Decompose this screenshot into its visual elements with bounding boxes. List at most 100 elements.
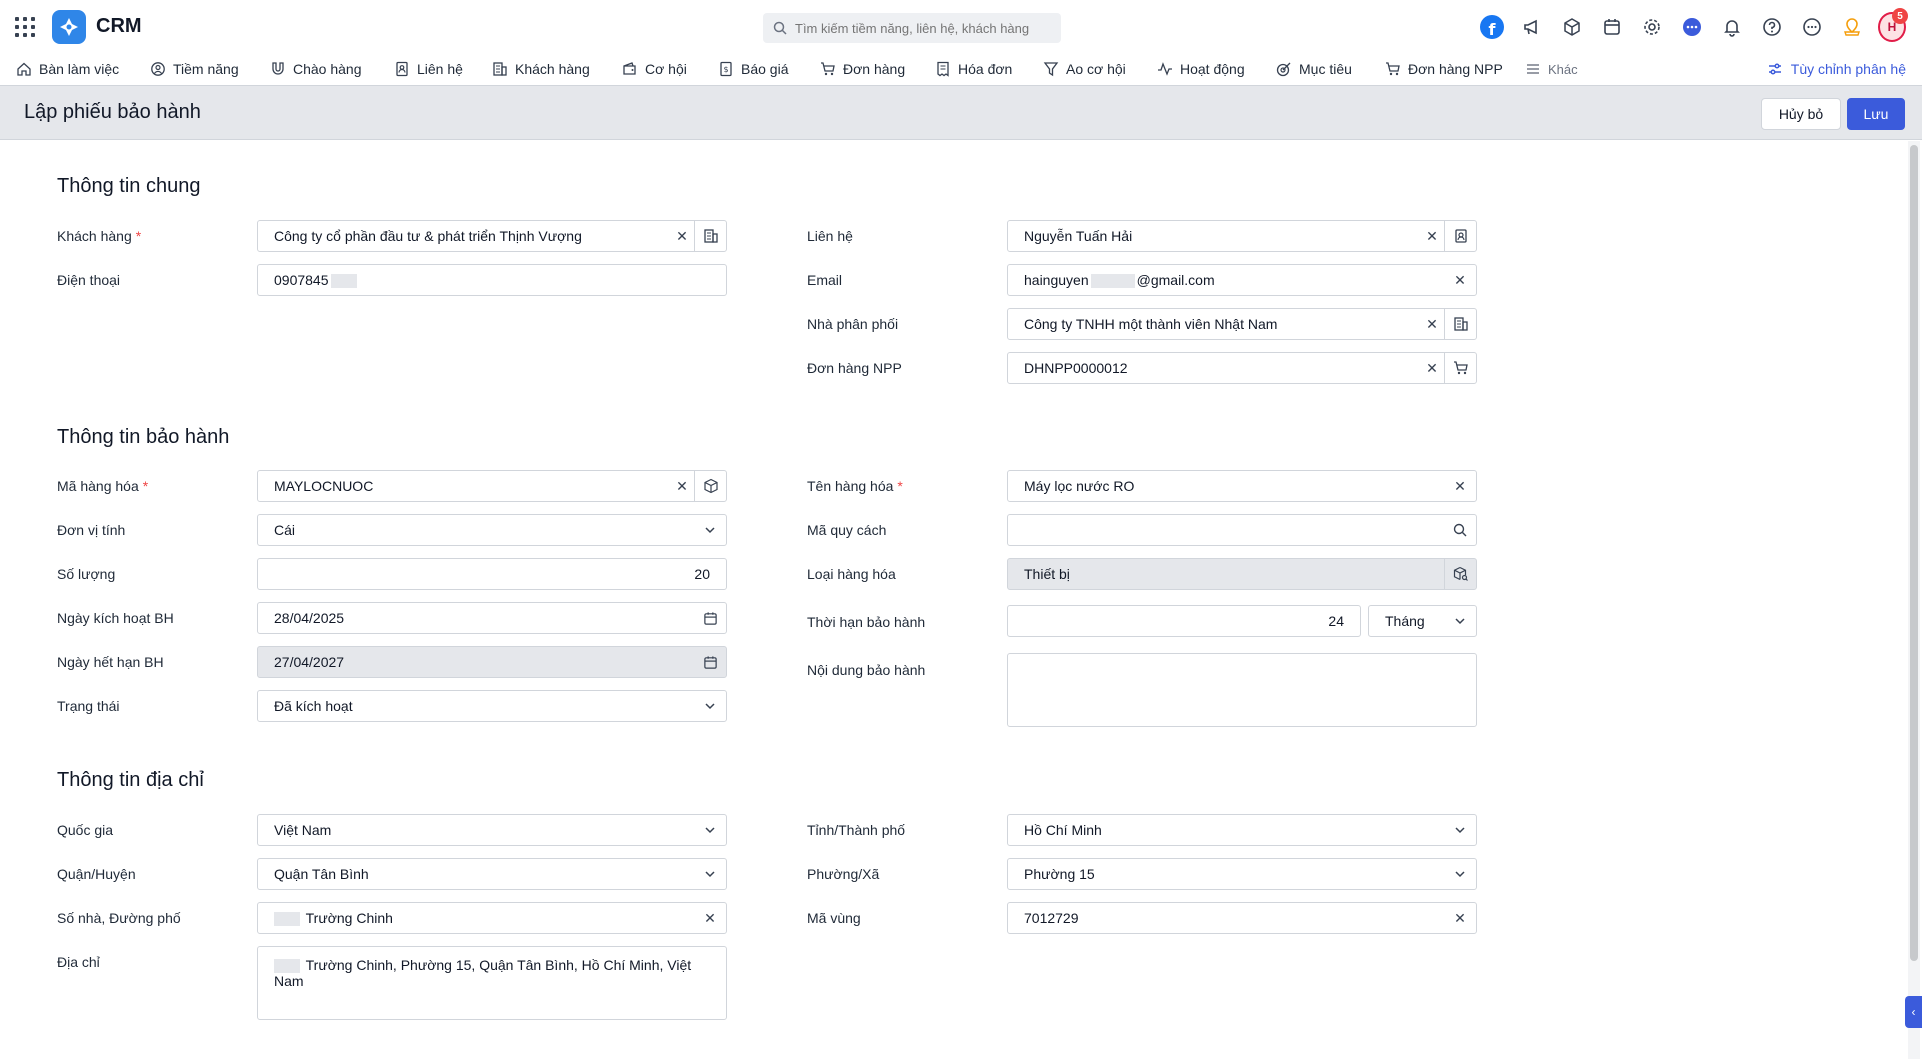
side-panel-toggle[interactable]: ‹ — [1905, 996, 1922, 1028]
warranty-content-textarea[interactable] — [1007, 653, 1477, 727]
full-address-textarea[interactable]: Trường Chinh, Phường 15, Quận Tân Bình, … — [257, 946, 727, 1020]
clear-icon[interactable]: ✕ — [1420, 360, 1444, 377]
nav-item-2[interactable]: Tiềm năng — [150, 55, 239, 83]
district-label: Quận/Huyện — [57, 866, 136, 882]
app-logo[interactable] — [52, 10, 86, 44]
province-label: Tỉnh/Thành phố — [807, 822, 906, 838]
spec-code-label: Mã quy cách — [807, 522, 887, 538]
building-icon[interactable] — [694, 221, 726, 251]
help-icon[interactable] — [1758, 13, 1786, 41]
building-icon[interactable] — [1444, 309, 1476, 339]
email-field[interactable]: hainguyen @gmail.com ✕ — [1007, 264, 1477, 296]
cart-icon[interactable] — [1444, 353, 1476, 383]
calendar-icon[interactable] — [694, 611, 726, 626]
warranty-period-unit-select[interactable]: Tháng — [1368, 605, 1477, 637]
warranty-period-field[interactable]: 24 — [1007, 605, 1361, 637]
contact-field[interactable]: Nguyễn Tuấn Hải ✕ — [1007, 220, 1477, 252]
quote-icon: $ — [720, 61, 732, 77]
nav-item-4[interactable]: Liên hệ — [394, 55, 463, 83]
user-circle-icon — [151, 62, 165, 76]
notification-badge: 5 — [1892, 8, 1908, 24]
country-select[interactable]: Việt Nam — [257, 814, 727, 846]
calendar-icon[interactable] — [1598, 13, 1626, 41]
chevron-down-icon[interactable] — [694, 700, 726, 712]
nav-item-8[interactable]: Đơn hàng — [820, 55, 905, 83]
clear-icon[interactable]: ✕ — [1444, 272, 1476, 289]
nav-item-7[interactable]: $ Báo giá — [718, 55, 788, 83]
bell-icon[interactable] — [1718, 13, 1746, 41]
vertical-scrollbar[interactable] — [1908, 141, 1920, 1059]
status-select[interactable]: Đã kích hoạt — [257, 690, 727, 722]
chevron-down-icon[interactable] — [694, 524, 726, 536]
product-type-label: Loại hàng hóa — [807, 566, 896, 582]
nav-item-1[interactable]: Bàn làm việc — [16, 55, 119, 83]
nav-item-label: Khác — [1548, 61, 1578, 77]
app-grid-icon[interactable] — [14, 16, 36, 38]
redacted-mask — [1090, 274, 1135, 289]
menu-icon — [1527, 64, 1539, 74]
unit-select[interactable]: Cái — [257, 514, 727, 546]
invoice-icon — [937, 61, 949, 77]
nav-item-14[interactable]: Khác — [1525, 55, 1578, 83]
nav-item-9[interactable]: Hóa đơn — [935, 55, 1012, 83]
chevron-down-icon[interactable] — [1444, 868, 1476, 880]
settings-gear-icon[interactable] — [1638, 13, 1666, 41]
customer-field[interactable]: Công ty cổ phần đầu tư & phát triển Thịn… — [257, 220, 727, 252]
npp-order-field[interactable]: DHNPP0000012 ✕ — [1007, 352, 1477, 384]
cancel-button[interactable]: Hủy bỏ — [1761, 98, 1841, 130]
megaphone-icon[interactable] — [1518, 13, 1546, 41]
street-field[interactable]: Trường Chinh ✕ — [257, 902, 727, 934]
chevron-down-icon[interactable] — [694, 868, 726, 880]
clear-icon[interactable]: ✕ — [670, 228, 694, 245]
clear-icon[interactable]: ✕ — [1444, 910, 1476, 927]
location-pin-icon[interactable] — [1838, 13, 1866, 41]
chevron-down-icon[interactable] — [694, 824, 726, 836]
clear-icon[interactable]: ✕ — [1444, 478, 1476, 495]
nav-item-10[interactable]: Ao cơ hội — [1043, 55, 1126, 83]
nav-item-11[interactable]: Hoạt động — [1157, 55, 1245, 83]
quantity-field[interactable]: 20 — [257, 558, 727, 590]
contact-card-icon[interactable] — [1444, 221, 1476, 251]
unit-label: Đơn vị tính — [57, 522, 126, 538]
phone-field[interactable]: 0907845 — [257, 264, 727, 296]
user-avatar[interactable]: H5 — [1878, 8, 1908, 42]
province-select[interactable]: Hồ Chí Minh — [1007, 814, 1477, 846]
nav-item-5[interactable]: Khách hàng — [492, 55, 590, 83]
product-code-label: Mã hàng hóa * — [57, 478, 149, 494]
nav-item-6[interactable]: Cơ hội — [622, 55, 687, 83]
box-icon[interactable] — [1558, 13, 1586, 41]
distributor-field[interactable]: Công ty TNHH một thành viên Nhật Nam ✕ — [1007, 308, 1477, 340]
product-code-field[interactable]: MAYLOCNUOC ✕ — [257, 470, 727, 502]
nav-item-label: Đơn hàng — [843, 61, 906, 77]
redacted-mask — [274, 912, 300, 927]
clear-icon[interactable]: ✕ — [1420, 316, 1444, 333]
customize-modules-link[interactable]: Tùy chỉnh phân hệ — [1767, 54, 1906, 84]
ward-select[interactable]: Phường 15 — [1007, 858, 1477, 890]
nav-item-3[interactable]: Chào hàng — [270, 55, 362, 83]
chat-icon[interactable] — [1678, 13, 1706, 41]
activation-date-field[interactable]: 28/04/2025 — [257, 602, 727, 634]
box-icon[interactable] — [694, 471, 726, 501]
scrollbar-thumb[interactable] — [1910, 145, 1918, 961]
search-icon[interactable] — [1444, 523, 1476, 537]
nav-item-label: Liên hệ — [417, 61, 463, 77]
spec-code-field[interactable] — [1007, 514, 1477, 546]
more-icon[interactable] — [1798, 13, 1826, 41]
area-code-field[interactable]: 7012729 ✕ — [1007, 902, 1477, 934]
chevron-down-icon[interactable] — [1444, 824, 1476, 836]
sliders-icon — [1768, 63, 1781, 75]
facebook-icon[interactable]: f — [1478, 13, 1506, 41]
nav-item-label: Mục tiêu — [1299, 61, 1352, 77]
phone-label: Điện thoại — [57, 272, 121, 288]
search-input[interactable] — [795, 20, 1045, 36]
clear-icon[interactable]: ✕ — [670, 478, 694, 495]
clear-icon[interactable]: ✕ — [694, 910, 726, 927]
district-select[interactable]: Quận Tân Bình — [257, 858, 727, 890]
chevron-down-icon[interactable] — [1444, 615, 1476, 627]
product-name-field[interactable]: Máy lọc nước RO ✕ — [1007, 470, 1477, 502]
nav-item-13[interactable]: Đơn hàng NPP — [1385, 55, 1503, 83]
global-search[interactable] — [763, 13, 1061, 43]
nav-item-12[interactable]: Mục tiêu — [1276, 55, 1352, 83]
clear-icon[interactable]: ✕ — [1420, 228, 1444, 245]
save-button[interactable]: Lưu — [1847, 98, 1905, 130]
